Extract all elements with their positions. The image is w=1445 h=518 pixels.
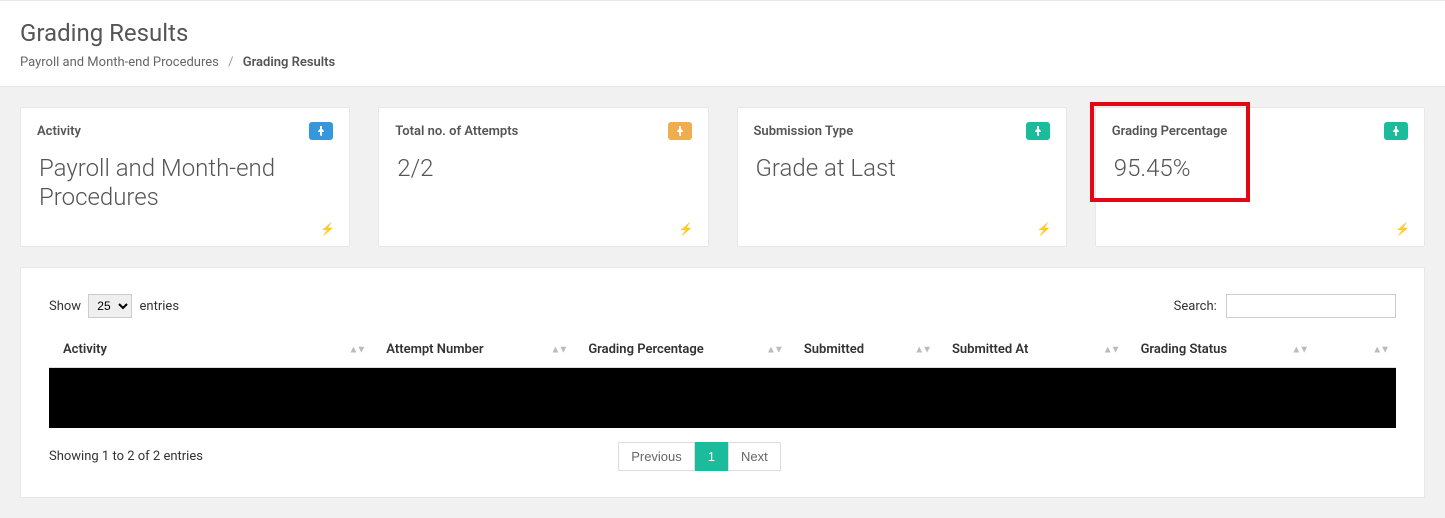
card-submission-type: Submission Type Grade at Last ⚡ — [737, 107, 1067, 247]
card-submission-label: Submission Type — [754, 124, 854, 139]
pin-icon[interactable] — [1026, 122, 1050, 140]
pager-page-button[interactable]: 1 — [695, 442, 728, 471]
col-activity[interactable]: Activity ▲▼ — [49, 332, 372, 368]
table-header-row: Activity ▲▼ Attempt Number ▲▼ Grading Pe… — [49, 332, 1396, 368]
card-activity: Activity Payroll and Month-end Procedure… — [20, 107, 350, 247]
sort-icon: ▲▼ — [551, 344, 567, 355]
col-grading-percentage[interactable]: Grading Percentage ▲▼ — [574, 332, 790, 368]
results-table: Activity ▲▼ Attempt Number ▲▼ Grading Pe… — [49, 332, 1396, 428]
bolt-icon[interactable]: ⚡ — [1037, 222, 1052, 236]
breadcrumb-current: Grading Results — [243, 55, 336, 70]
table-body-redacted — [49, 368, 1396, 428]
table-pager: Previous 1 Next — [618, 442, 781, 471]
sort-icon: ▲▼ — [1291, 344, 1307, 355]
breadcrumb-parent-link[interactable]: Payroll and Month-end Procedures — [20, 55, 219, 70]
card-activity-value: Payroll and Month-end Procedures — [21, 150, 349, 222]
pin-icon[interactable] — [668, 122, 692, 140]
page-title: Grading Results — [20, 19, 1425, 47]
card-activity-label: Activity — [37, 124, 81, 139]
table-footer: Showing 1 to 2 of 2 entries Previous 1 N… — [49, 442, 1396, 471]
pager-previous-button[interactable]: Previous — [618, 442, 695, 471]
sort-icon: ▲▼ — [766, 344, 782, 355]
summary-cards-row: Activity Payroll and Month-end Procedure… — [0, 87, 1445, 267]
results-table-panel: Show 25 entries Search: Activity ▲▼ Atte… — [20, 267, 1425, 498]
sort-icon: ▲▼ — [1103, 344, 1119, 355]
col-submitted[interactable]: Submitted ▲▼ — [790, 332, 938, 368]
table-row — [49, 368, 1396, 428]
card-attempts-label: Total no. of Attempts — [395, 124, 518, 139]
length-select[interactable]: 25 — [88, 294, 132, 318]
pin-icon[interactable] — [309, 122, 333, 140]
table-controls: Show 25 entries Search: — [49, 294, 1396, 318]
breadcrumb-separator: / — [228, 55, 233, 70]
pin-icon[interactable] — [1384, 122, 1408, 140]
breadcrumb: Payroll and Month-end Procedures / Gradi… — [20, 55, 1425, 70]
sort-icon: ▲▼ — [1372, 344, 1388, 355]
col-attempt-number[interactable]: Attempt Number ▲▼ — [372, 332, 574, 368]
bolt-icon[interactable]: ⚡ — [1395, 222, 1410, 236]
bolt-icon[interactable]: ⚡ — [320, 222, 335, 236]
pager-next-button[interactable]: Next — [728, 442, 781, 471]
col-actions[interactable]: ▲▼ — [1315, 332, 1396, 368]
search-input[interactable] — [1226, 294, 1396, 318]
card-percentage-value: 95.45% — [1096, 150, 1424, 193]
bolt-icon[interactable]: ⚡ — [679, 222, 694, 236]
col-submitted-at[interactable]: Submitted At ▲▼ — [938, 332, 1127, 368]
table-search-control: Search: — [1174, 294, 1396, 318]
page-header: Grading Results Payroll and Month-end Pr… — [0, 0, 1445, 87]
length-prefix: Show — [49, 299, 81, 314]
table-info: Showing 1 to 2 of 2 entries — [49, 449, 203, 464]
sort-icon: ▲▼ — [348, 344, 364, 355]
card-attempts: Total no. of Attempts 2/2 ⚡ — [378, 107, 708, 247]
card-percentage-label: Grading Percentage — [1112, 124, 1227, 139]
card-submission-value: Grade at Last — [738, 150, 1066, 193]
card-attempts-value: 2/2 — [379, 150, 707, 193]
card-grading-percentage: Grading Percentage 95.45% ⚡ — [1095, 107, 1425, 247]
sort-icon: ▲▼ — [914, 344, 930, 355]
search-label: Search: — [1174, 299, 1217, 314]
length-suffix: entries — [140, 299, 180, 314]
col-grading-status[interactable]: Grading Status ▲▼ — [1127, 332, 1316, 368]
table-length-control: Show 25 entries — [49, 294, 179, 318]
